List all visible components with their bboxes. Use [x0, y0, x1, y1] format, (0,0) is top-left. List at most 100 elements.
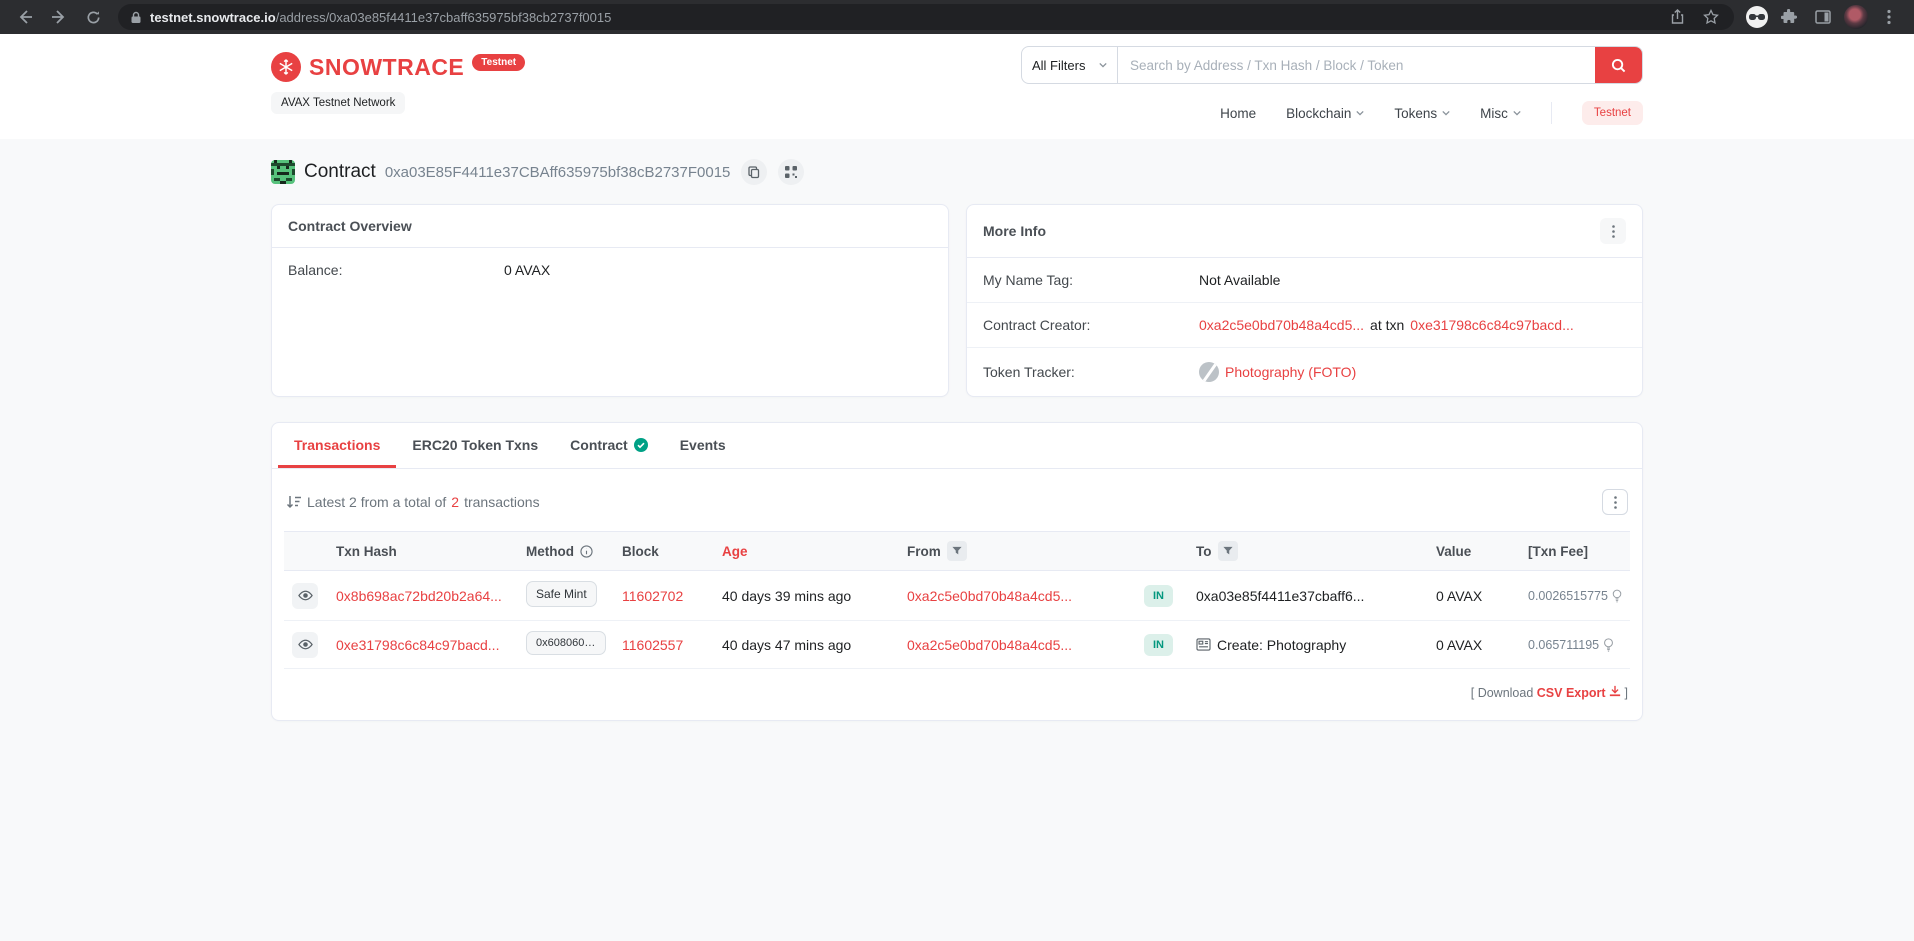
- nav-home[interactable]: Home: [1220, 106, 1256, 121]
- tab-events[interactable]: Events: [664, 423, 742, 468]
- method-badge: 0x60806040: [526, 631, 606, 655]
- nav-tokens-label: Tokens: [1394, 105, 1438, 121]
- more-info-title: More Info: [983, 223, 1046, 239]
- copy-address-button[interactable]: [741, 159, 768, 185]
- browser-share-button[interactable]: [1664, 4, 1690, 30]
- header-method: Method: [518, 531, 614, 571]
- to-address: 0xa03e85f4411e37cbaff6...: [1196, 587, 1365, 604]
- nav-home-label: Home: [1220, 105, 1257, 121]
- nav-testnet-button[interactable]: Testnet: [1581, 101, 1643, 125]
- browser-profile-avatar[interactable]: [1844, 5, 1868, 29]
- browser-extensions-button[interactable]: [1776, 4, 1802, 30]
- star-icon: [1703, 9, 1719, 25]
- tab-erc20-label: ERC20 Token Txns: [412, 437, 539, 453]
- nav-blockchain[interactable]: Blockchain: [1286, 106, 1365, 121]
- header-txn-hash: Txn Hash: [328, 531, 518, 571]
- header-txn-fee-label: [Txn Fee]: [1528, 543, 1589, 559]
- header-block: Block: [614, 531, 714, 571]
- snowtrace-logo-icon[interactable]: [271, 52, 301, 82]
- creator-at-txn-text: at txn: [1370, 317, 1405, 333]
- txn-fee: 0.0026515775: [1528, 588, 1608, 603]
- creator-txn-link[interactable]: 0xe31798c6c84c97bacd...: [1410, 317, 1573, 333]
- header-eye-col: [284, 531, 328, 571]
- tab-contract[interactable]: Contract: [554, 423, 664, 468]
- header-direction-col: [1136, 531, 1188, 571]
- browser-forward-button[interactable]: [46, 4, 72, 30]
- txn-fee: 0.065711195: [1528, 637, 1600, 652]
- contract-creator-label: Contract Creator:: [983, 317, 1091, 333]
- from-address-link[interactable]: 0xa2c5e0bd70b48a4cd5...: [907, 637, 1072, 653]
- from-filter-button[interactable]: [946, 541, 967, 561]
- download-icon: [1609, 685, 1621, 697]
- gas-lightbulb-icon[interactable]: [1603, 637, 1614, 652]
- address-bar[interactable]: testnet.snowtrace.io/address/0xa03e85f44…: [118, 4, 1734, 30]
- header-from: From: [899, 531, 1136, 571]
- nav-divider: [1550, 102, 1552, 124]
- contract-overview-card: Contract Overview Balance: 0 AVAX: [271, 204, 949, 397]
- browser-sidepanel-button[interactable]: [1810, 4, 1836, 30]
- page-title-row: Contract 0xa03E85F4411e37CBAff635975bf38…: [271, 155, 1643, 187]
- to-filter-button[interactable]: [1217, 541, 1238, 561]
- nav-misc[interactable]: Misc: [1480, 106, 1521, 121]
- header-value-label: Value: [1436, 543, 1472, 559]
- goggles-icon: [1749, 14, 1765, 20]
- block-link[interactable]: 11602557: [622, 637, 683, 653]
- share-icon: [1671, 9, 1683, 24]
- age-value: 40 days 39 mins ago: [722, 587, 852, 604]
- search-input[interactable]: [1118, 47, 1595, 83]
- puzzle-icon: [1781, 9, 1797, 23]
- header-value: Value: [1428, 531, 1520, 571]
- browser-menu-button[interactable]: [1876, 4, 1902, 30]
- transactions-card: Transactions ERC20 Token Txns Contract E…: [271, 422, 1643, 721]
- tab-erc20-token-txns[interactable]: ERC20 Token Txns: [396, 423, 554, 468]
- eye-icon: [297, 639, 313, 650]
- balance-value: 0 AVAX: [504, 262, 551, 278]
- page-title: Contract: [304, 161, 376, 182]
- name-tag-label: My Name Tag:: [983, 272, 1073, 288]
- transactions-options-button[interactable]: [1602, 489, 1628, 515]
- from-address-link[interactable]: 0xa2c5e0bd70b48a4cd5...: [907, 588, 1072, 604]
- url-path: /address/0xa03e85f4411e37cbaff635975bf38…: [275, 9, 612, 25]
- info-icon[interactable]: [580, 544, 593, 558]
- side-panel-icon: [1815, 10, 1831, 24]
- more-info-options-button[interactable]: [1600, 218, 1626, 244]
- lock-icon: [131, 11, 141, 23]
- chevron-down-icon: [1442, 110, 1450, 116]
- header-to-label: To: [1196, 543, 1212, 559]
- search-button[interactable]: [1595, 47, 1642, 83]
- browser-bookmark-button[interactable]: [1698, 4, 1724, 30]
- txn-value: 0 AVAX: [1436, 587, 1483, 604]
- creator-address-link[interactable]: 0xa2c5e0bd70b48a4cd5...: [1199, 317, 1364, 333]
- token-tracker-link[interactable]: Photography (FOTO): [1225, 364, 1356, 380]
- nav-tokens[interactable]: Tokens: [1394, 106, 1450, 121]
- tab-transactions-label: Transactions: [294, 437, 381, 453]
- brand-name[interactable]: SNOWTRACE: [309, 52, 464, 82]
- preview-txn-button[interactable]: [292, 582, 318, 609]
- search-filter-select[interactable]: All Filters: [1022, 47, 1118, 83]
- reload-icon: [87, 10, 99, 23]
- kebab-menu-icon: [1611, 224, 1615, 238]
- txn-hash-link[interactable]: 0x8b698ac72bd20b2a64...: [336, 588, 502, 604]
- transactions-table: Txn Hash Method Block Age From To Value: [284, 531, 1630, 669]
- browser-extension-button[interactable]: [1746, 6, 1768, 28]
- download-suffix: ]: [1624, 686, 1628, 700]
- direction-badge: IN: [1144, 633, 1173, 656]
- header-block-label: Block: [622, 543, 659, 559]
- kebab-menu-icon: [1887, 9, 1891, 25]
- age-value: 40 days 47 mins ago: [722, 636, 852, 653]
- download-prefix: [ Download: [1470, 686, 1534, 700]
- qr-code-button[interactable]: [778, 159, 805, 185]
- browser-back-button[interactable]: [12, 4, 38, 30]
- header-age[interactable]: Age: [714, 531, 899, 571]
- txn-hash-link[interactable]: 0xe31798c6c84c97bacd...: [336, 637, 499, 653]
- block-link[interactable]: 11602702: [622, 588, 683, 604]
- back-arrow-icon: [19, 10, 32, 24]
- preview-txn-button[interactable]: [292, 631, 318, 658]
- brand-block: SNOWTRACE Testnet AVAX Testnet Network: [271, 46, 526, 125]
- gas-lightbulb-icon[interactable]: [1612, 589, 1622, 603]
- kebab-menu-icon: [1613, 495, 1617, 509]
- tab-transactions[interactable]: Transactions: [278, 423, 397, 468]
- page-body: Contract 0xa03E85F4411e37CBAff635975bf38…: [0, 139, 1914, 721]
- browser-reload-button[interactable]: [80, 4, 106, 30]
- csv-export-link[interactable]: CSV Export: [1537, 686, 1606, 700]
